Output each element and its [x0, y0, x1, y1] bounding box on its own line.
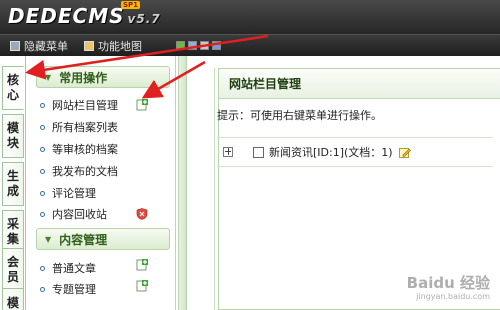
menu-item-label: 我发布的文档: [52, 165, 118, 178]
sp1-badge: SP1: [121, 1, 141, 9]
main-content: 网站栏目管理 提示：可使用右键菜单进行操作。 新闻资讯[ID:1](文档：1): [190, 56, 500, 310]
bullet-icon: [40, 190, 45, 196]
section-content-manage[interactable]: ▼ 内容管理: [36, 228, 170, 250]
site-map-button[interactable]: 功能地图: [84, 38, 142, 54]
bullet-icon: [40, 102, 45, 108]
menu-item-comments[interactable]: 评论管理: [40, 184, 96, 202]
category-checkbox[interactable]: [253, 146, 264, 158]
tab-label: 会员: [7, 255, 20, 284]
hint-text: 提示：可使用右键菜单进行操作。: [217, 109, 382, 122]
add-icon[interactable]: [136, 259, 148, 271]
tab-label: 模块: [7, 121, 20, 150]
splitter[interactable]: [176, 56, 190, 310]
watermark-line2: jingyan.baidu.com: [416, 292, 490, 301]
tab-core[interactable]: 核心: [2, 66, 24, 110]
sidebar-menu: ▼ 常用操作 网站栏目管理 所有档案列表 等审核的档案 我发布的文档 评论管理 …: [26, 56, 176, 310]
menu-item-my-documents[interactable]: 我发布的文档: [40, 162, 118, 180]
menu-item-topics[interactable]: 专题管理: [40, 280, 96, 298]
section-title: 内容管理: [59, 232, 108, 247]
menu-item-recycle-bin[interactable]: 内容回收站: [40, 205, 107, 223]
edit-icon[interactable]: [398, 147, 411, 158]
toolbar: 隐藏菜单 功能地图: [0, 34, 500, 56]
splitter-bar[interactable]: [178, 56, 187, 310]
menu-item-label: 网站栏目管理: [52, 99, 118, 112]
hide-menu-button[interactable]: 隐藏菜单: [10, 38, 68, 54]
menu-item-label: 等审核的档案: [52, 143, 118, 156]
menu-item-pending-archives[interactable]: 等审核的档案: [40, 140, 118, 158]
tab-generate[interactable]: 生成: [2, 162, 24, 206]
skin-blue-button[interactable]: [188, 41, 197, 50]
bullet-icon: [40, 265, 45, 271]
tree-row[interactable]: 新闻资讯[ID:1](文档：1): [217, 137, 493, 167]
menu-item-all-archives[interactable]: 所有档案列表: [40, 118, 118, 136]
tab-modules[interactable]: 模块: [2, 114, 24, 158]
collapse-triangle-icon: ▼: [45, 234, 52, 244]
category-label[interactable]: 新闻资讯[ID:1](文档：1): [269, 144, 393, 160]
divider: [214, 68, 215, 310]
expand-plus-icon[interactable]: [223, 147, 233, 157]
bullet-icon: [40, 146, 45, 152]
tab-members[interactable]: 会员: [2, 248, 24, 292]
menu-item-label: 评论管理: [52, 187, 96, 200]
site-map-label: 功能地图: [98, 40, 142, 53]
menu-item-label: 专题管理: [52, 283, 96, 296]
skin-green-button[interactable]: [176, 41, 185, 50]
menu-item-category-manage[interactable]: 网站栏目管理: [40, 96, 118, 114]
section-common-ops[interactable]: ▼ 常用操作: [36, 66, 170, 88]
hide-menu-label: 隐藏菜单: [24, 40, 68, 53]
skin-switcher: [176, 41, 221, 50]
tab-label: 模: [7, 295, 20, 310]
menu-item-label: 内容回收站: [52, 208, 107, 221]
left-tab-bar: 核心 模块 生成 采集 会员 模: [0, 56, 26, 310]
collapse-triangle-icon: ▼: [45, 72, 52, 82]
tab-templates[interactable]: 模: [2, 288, 24, 310]
hide-menu-icon: [10, 41, 20, 51]
clear-recycle-icon[interactable]: [136, 208, 148, 220]
add-icon[interactable]: [136, 99, 148, 111]
add-icon[interactable]: [136, 280, 148, 292]
bullet-icon: [40, 168, 45, 174]
tab-label: 采集: [7, 217, 20, 246]
menu-item-label: 普通文章: [52, 262, 96, 275]
watermark: Baidu 经验 jingyan.baidu.com: [407, 276, 490, 304]
bullet-icon: [40, 124, 45, 130]
menu-item-label: 所有档案列表: [52, 121, 118, 134]
logo-text: DEDECMS: [8, 4, 125, 28]
page-title: 网站栏目管理: [219, 69, 500, 99]
version-text: v5.7: [127, 12, 161, 26]
top-header: DEDECMS v5.7 SP1: [0, 0, 500, 34]
tab-label: 核心: [7, 73, 20, 102]
skin-darkblue-button[interactable]: [212, 41, 221, 50]
map-icon: [84, 41, 94, 51]
bullet-icon: [40, 286, 45, 292]
skin-gray-button[interactable]: [200, 41, 209, 50]
section-title: 常用操作: [59, 70, 108, 85]
menu-item-articles[interactable]: 普通文章: [40, 259, 96, 277]
bullet-icon: [40, 211, 45, 217]
tab-label: 生成: [7, 169, 20, 198]
